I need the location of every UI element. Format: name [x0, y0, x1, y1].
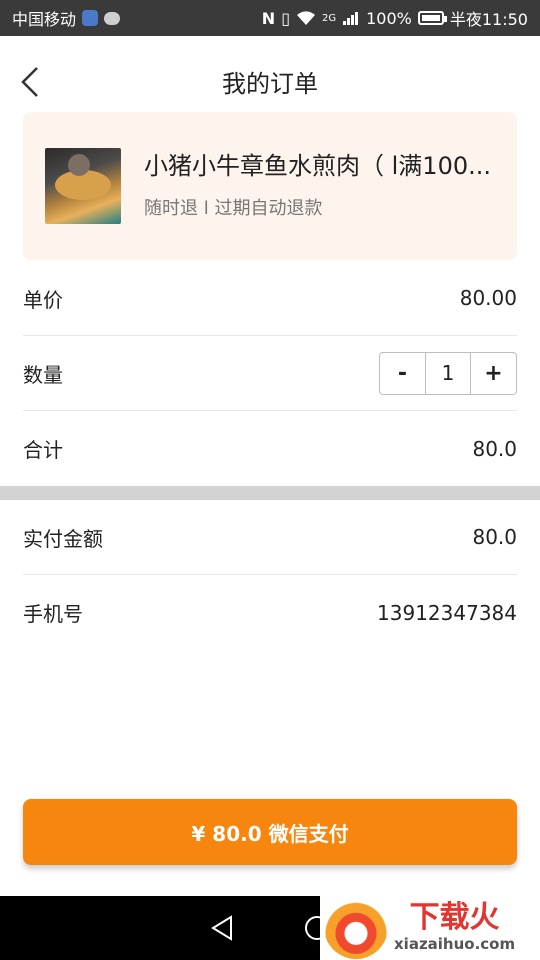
paid-amount-label: 实付金额	[23, 526, 103, 551]
product-thumbnail	[45, 148, 121, 224]
network-type-label: 2G	[322, 12, 337, 24]
wifi-icon	[297, 11, 315, 25]
product-card[interactable]: 小猪小牛章鱼水煎肉（ l满100... 随时退 l 过期自动退款	[23, 112, 517, 260]
watermark-url: xiazaihuo.com	[394, 934, 516, 953]
quantity-row: 数量 - 1 +	[23, 336, 517, 411]
phone-label: 手机号	[23, 602, 83, 626]
carrier-label: 中国移动	[12, 10, 77, 29]
quantity-label: 数量	[23, 362, 63, 387]
back-button[interactable]	[10, 62, 50, 102]
unit-price-label: 单价	[23, 287, 63, 312]
phone-value: 13912347384	[377, 600, 517, 625]
total-value: 80.0	[472, 436, 517, 461]
security-shield-icon	[82, 10, 99, 26]
nav-back-icon[interactable]	[210, 915, 234, 941]
vibrate-icon: ▯	[281, 8, 290, 28]
total-row: 合计 80.0	[23, 411, 517, 486]
order-summary: 单价 80.00 数量 - 1 + 合计 80.0	[23, 261, 517, 486]
status-bar: 中国移动 N ▯ 2G 100% 半夜11:50	[0, 0, 540, 36]
phone-row: 手机号 13912347384	[23, 575, 517, 650]
paid-amount-value: 80.0	[472, 525, 517, 549]
increment-button[interactable]: +	[471, 353, 516, 394]
battery-icon	[417, 11, 447, 25]
quantity-stepper: - 1 +	[379, 351, 517, 395]
watermark-logo: 下载火 xiazaihuo.com	[320, 893, 540, 960]
clock-time: 半夜11:50	[449, 10, 528, 29]
page-title: 我的订单	[222, 69, 318, 98]
quantity-input[interactable]: 1	[425, 352, 471, 394]
paid-amount-row: 实付金额 80.0	[23, 500, 517, 575]
unit-price-value: 80.00	[459, 286, 517, 310]
unit-price-row: 单价 80.00	[23, 261, 517, 336]
message-bubble-icon	[104, 11, 121, 25]
section-divider	[0, 486, 540, 500]
payment-summary: 实付金额 80.0 手机号 13912347384	[23, 500, 517, 650]
total-label: 合计	[23, 438, 63, 462]
nfc-icon: N	[261, 8, 276, 28]
battery-percent: 100%	[366, 8, 412, 28]
decrement-button[interactable]: -	[380, 353, 425, 394]
back-arrow-icon	[21, 67, 38, 97]
signal-icon	[343, 12, 359, 25]
product-subtitle: 随时退 l 过期自动退款	[144, 198, 323, 219]
flame-logo-icon	[324, 894, 388, 959]
wechat-pay-button[interactable]: ¥ 80.0 微信支付	[23, 799, 517, 865]
product-name: 小猪小牛章鱼水煎肉（ l满100...	[144, 152, 491, 180]
watermark-name: 下载火	[409, 899, 500, 935]
